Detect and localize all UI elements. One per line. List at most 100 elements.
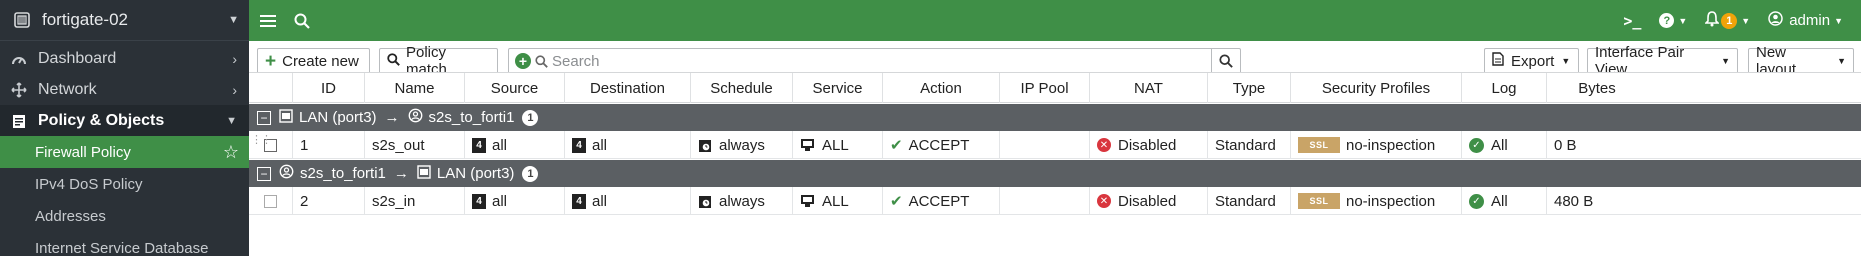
sidebar-item-firewall-policy[interactable]: Firewall Policy ☆ bbox=[0, 136, 249, 168]
notification-badge: 1 bbox=[1721, 12, 1738, 29]
table-row[interactable]: ⋮⋮ 1 s2s_out 4 all 4 all always ALL ✔ AC… bbox=[249, 131, 1861, 159]
top-bar: >_ ? ▼ 1 ▼ admin ▼ bbox=[249, 0, 1861, 41]
search-input[interactable]: Search bbox=[552, 53, 1211, 70]
policy-match-button[interactable]: Policy match bbox=[379, 44, 498, 78]
device-name: fortigate-02 bbox=[42, 10, 128, 29]
cell-source[interactable]: 4 all bbox=[465, 187, 565, 215]
column-header-nat[interactable]: NAT bbox=[1090, 73, 1208, 103]
star-icon[interactable]: ☆ bbox=[223, 142, 239, 163]
interface-pair-group[interactable]: − s2s_to_forti1 → LAN (port3) 1 bbox=[249, 160, 1861, 187]
chevron-down-icon: ▼ bbox=[228, 14, 239, 26]
nat-label: Disabled bbox=[1118, 192, 1177, 210]
column-header-name[interactable]: Name bbox=[365, 73, 465, 103]
export-icon bbox=[1492, 52, 1504, 70]
device-selector[interactable]: fortigate-02 ▼ bbox=[0, 0, 249, 41]
select-cell[interactable] bbox=[249, 187, 293, 215]
drag-handle-icon[interactable]: ⋮⋮ bbox=[251, 135, 272, 152]
address-icon: 4 bbox=[472, 193, 486, 209]
tunnel-icon bbox=[408, 108, 423, 127]
sidebar-item-internet-service-database[interactable]: Internet Service Database bbox=[0, 232, 249, 256]
user-menu[interactable]: admin ▼ bbox=[1768, 11, 1843, 30]
menu-icon[interactable] bbox=[251, 0, 285, 41]
export-button[interactable]: Export ▼ bbox=[1484, 48, 1579, 74]
sidebar-item-network[interactable]: Network › bbox=[0, 74, 249, 105]
cell-ip-pool bbox=[1000, 187, 1090, 215]
sidebar-item-label: Dashboard bbox=[38, 49, 117, 67]
cli-console-button[interactable]: >_ bbox=[1623, 12, 1641, 30]
cell-destination[interactable]: 4 all bbox=[565, 131, 691, 159]
column-header-type[interactable]: Type bbox=[1208, 73, 1291, 103]
cell-schedule[interactable]: always bbox=[691, 131, 793, 159]
destination-label: all bbox=[592, 192, 608, 210]
schedule-label: always bbox=[719, 192, 765, 210]
group-from: LAN (port3) bbox=[299, 109, 377, 126]
device-icon bbox=[12, 9, 34, 31]
cell-destination[interactable]: 4 all bbox=[565, 187, 691, 215]
chevron-down-icon: ▼ bbox=[1837, 56, 1846, 66]
disabled-icon: ✕ bbox=[1097, 194, 1111, 208]
search-icon[interactable] bbox=[285, 0, 319, 41]
sidebar-item-policy-objects[interactable]: Policy & Objects ▼ bbox=[0, 105, 249, 136]
profile-label: no-inspection bbox=[1346, 136, 1436, 154]
port-icon bbox=[417, 164, 431, 183]
bell-icon bbox=[1704, 10, 1721, 31]
notifications-button[interactable]: 1 ▼ bbox=[1704, 10, 1751, 31]
create-new-label: Create new bbox=[282, 52, 359, 70]
search-button[interactable] bbox=[1211, 49, 1240, 73]
cell-service[interactable]: ALL bbox=[793, 187, 883, 215]
sidebar-item-dashboard[interactable]: Dashboard › bbox=[0, 43, 249, 74]
column-header-schedule[interactable]: Schedule bbox=[691, 73, 793, 103]
cell-security-profiles[interactable]: SSL no-inspection bbox=[1291, 187, 1462, 215]
cell-action: ✔ ACCEPT bbox=[883, 187, 1000, 215]
select-cell[interactable]: ⋮⋮ bbox=[249, 131, 293, 159]
table-row[interactable]: 2 s2s_in 4 all 4 all always ALL ✔ ACCEPT… bbox=[249, 187, 1861, 215]
cell-security-profiles[interactable]: SSL no-inspection bbox=[1291, 131, 1462, 159]
search-bar[interactable]: + Search bbox=[508, 48, 1241, 74]
cell-schedule[interactable]: always bbox=[691, 187, 793, 215]
sidebar-item-ipv4-dos-policy[interactable]: IPv4 DoS Policy bbox=[0, 168, 249, 200]
search-icon bbox=[1219, 54, 1233, 68]
schedule-icon bbox=[699, 195, 711, 208]
cell-type: Standard bbox=[1208, 131, 1291, 159]
cell-source[interactable]: 4 all bbox=[465, 131, 565, 159]
cell-nat: ✕ Disabled bbox=[1090, 131, 1208, 159]
column-header-source[interactable]: Source bbox=[465, 73, 565, 103]
table-header: ID Name Source Destination Schedule Serv… bbox=[249, 72, 1861, 103]
column-header-security-profiles[interactable]: Security Profiles bbox=[1291, 73, 1462, 103]
check-circle-icon: ✓ bbox=[1469, 137, 1484, 153]
column-header-destination[interactable]: Destination bbox=[565, 73, 691, 103]
disabled-icon: ✕ bbox=[1097, 138, 1111, 152]
column-header-log[interactable]: Log bbox=[1462, 73, 1547, 103]
cell-id: 1 bbox=[293, 131, 365, 159]
cell-bytes: 480 B bbox=[1554, 192, 1594, 210]
cell-log: ✓ All bbox=[1462, 131, 1547, 159]
arrow-right-icon: → bbox=[393, 165, 409, 182]
collapse-icon[interactable]: − bbox=[257, 166, 271, 181]
chevron-down-icon: ▼ bbox=[1834, 15, 1843, 26]
row-checkbox[interactable] bbox=[264, 194, 277, 208]
nat-label: Disabled bbox=[1118, 136, 1177, 154]
view-selector[interactable]: Interface Pair View ▼ bbox=[1587, 44, 1738, 78]
sidebar-item-addresses[interactable]: Addresses bbox=[0, 200, 249, 232]
check-icon: ✔ bbox=[890, 193, 903, 210]
address-icon: 4 bbox=[572, 193, 586, 209]
column-header-action[interactable]: Action bbox=[883, 73, 1000, 103]
cell-service[interactable]: ALL bbox=[793, 131, 883, 159]
help-button[interactable]: ? ▼ bbox=[1659, 13, 1687, 28]
arrow-right-icon: → bbox=[384, 109, 400, 126]
service-icon bbox=[801, 139, 814, 151]
cell-type: Standard bbox=[1208, 187, 1291, 215]
plus-icon: + bbox=[265, 50, 277, 72]
collapse-icon[interactable]: − bbox=[257, 110, 271, 125]
column-header-service[interactable]: Service bbox=[793, 73, 883, 103]
add-filter-icon[interactable]: + bbox=[515, 53, 531, 69]
address-icon: 4 bbox=[472, 137, 486, 153]
new-layout-button[interactable]: New layout ▼ bbox=[1748, 44, 1854, 78]
cell-bytes: 0 B bbox=[1554, 136, 1577, 154]
column-header-ip-pool[interactable]: IP Pool bbox=[1000, 73, 1090, 103]
column-header-bytes[interactable]: Bytes bbox=[1547, 73, 1647, 103]
chevron-down-icon: ▼ bbox=[1741, 15, 1751, 26]
column-header-id[interactable]: ID bbox=[293, 73, 365, 103]
interface-pair-group[interactable]: − LAN (port3) → s2s_to_forti1 1 bbox=[249, 104, 1861, 131]
create-new-button[interactable]: + Create new bbox=[257, 48, 370, 74]
